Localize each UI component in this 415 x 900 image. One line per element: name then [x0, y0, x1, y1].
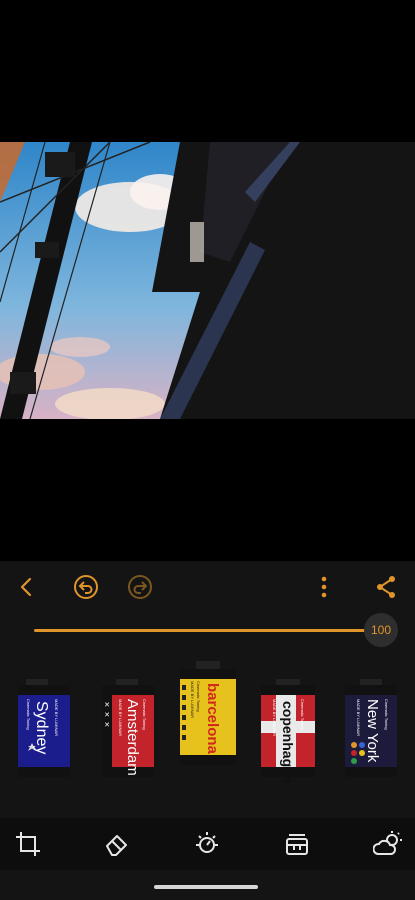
film-filters-button[interactable] — [281, 828, 313, 860]
svg-text:✕: ✕ — [104, 711, 110, 719]
filter-new-york[interactable]: New York MADE BY LUMINAR Cinematic Tonin… — [342, 679, 400, 781]
crop-icon — [16, 832, 40, 856]
filter-maker: MADE BY LUMINAR — [190, 681, 195, 719]
filter-barcelona[interactable]: barcelona MADE BY LUMINAR Cinematic Toni… — [178, 661, 238, 771]
filter-maker: MADE BY LUMINAR — [356, 699, 361, 737]
adjust-light-icon — [196, 832, 218, 853]
home-indicator[interactable] — [154, 885, 258, 889]
filter-maker: MADE BY LUMINAR — [54, 699, 59, 737]
redo-icon — [128, 575, 152, 599]
svg-text:✕: ✕ — [104, 721, 110, 729]
filter-subtitle: Cinematic Toning — [142, 699, 147, 730]
filter-sydney[interactable]: Sydney MADE BY LUMINAR Cinematic Toning — [14, 679, 72, 781]
tool-bar — [0, 818, 415, 870]
filter-name: Amsterdam — [124, 699, 141, 776]
top-toolbar — [0, 561, 415, 613]
filter-name: copenhagen — [280, 701, 296, 784]
filter-subtitle: Cinematic Toning — [300, 699, 305, 730]
filter-maker: MADE BY LUMINAR — [272, 699, 277, 737]
svg-text:✕: ✕ — [104, 701, 110, 709]
filter-maker: MADE BY LUMINAR — [118, 699, 123, 737]
light-adjust-button[interactable] — [191, 828, 223, 860]
filter-amsterdam[interactable]: ✕ ✕ ✕ Amsterdam MADE BY LUMINAR Cinemati… — [98, 679, 156, 781]
weather-sky-icon — [373, 831, 402, 855]
chevron-left-icon — [20, 577, 32, 597]
eraser-button[interactable] — [101, 828, 133, 860]
back-button[interactable] — [12, 573, 40, 601]
redo-button[interactable] — [126, 573, 154, 601]
intensity-slider[interactable]: 100 — [34, 613, 400, 647]
sky-button[interactable] — [372, 828, 404, 860]
more-options-button[interactable] — [310, 573, 338, 601]
undo-button[interactable] — [72, 573, 100, 601]
filter-name: Sydney — [33, 701, 50, 755]
photo-preview[interactable] — [0, 142, 415, 419]
slider-track[interactable] — [34, 629, 366, 632]
slider-handle[interactable]: 100 — [364, 613, 398, 647]
share-button[interactable] — [372, 573, 400, 601]
filter-name: New York — [364, 699, 381, 763]
filter-subtitle: Cinematic Toning — [196, 681, 201, 712]
more-vertical-icon — [321, 576, 327, 598]
filter-copenhagen[interactable]: copenhagen MADE BY LUMINAR Cinematic Ton… — [258, 679, 318, 784]
filter-subtitle: Cinematic Toning — [26, 699, 31, 730]
undo-icon — [74, 575, 98, 599]
share-icon — [377, 576, 395, 598]
slider-value-label: 100 — [370, 623, 392, 637]
filter-name: barcelona — [204, 683, 221, 754]
filter-subtitle: Cinematic Toning — [384, 699, 389, 730]
filter-carousel[interactable]: Sydney MADE BY LUMINAR Cinematic Toning … — [0, 655, 415, 805]
eraser-icon — [106, 835, 127, 856]
film-filters-icon — [286, 834, 308, 855]
crop-button[interactable] — [12, 828, 44, 860]
